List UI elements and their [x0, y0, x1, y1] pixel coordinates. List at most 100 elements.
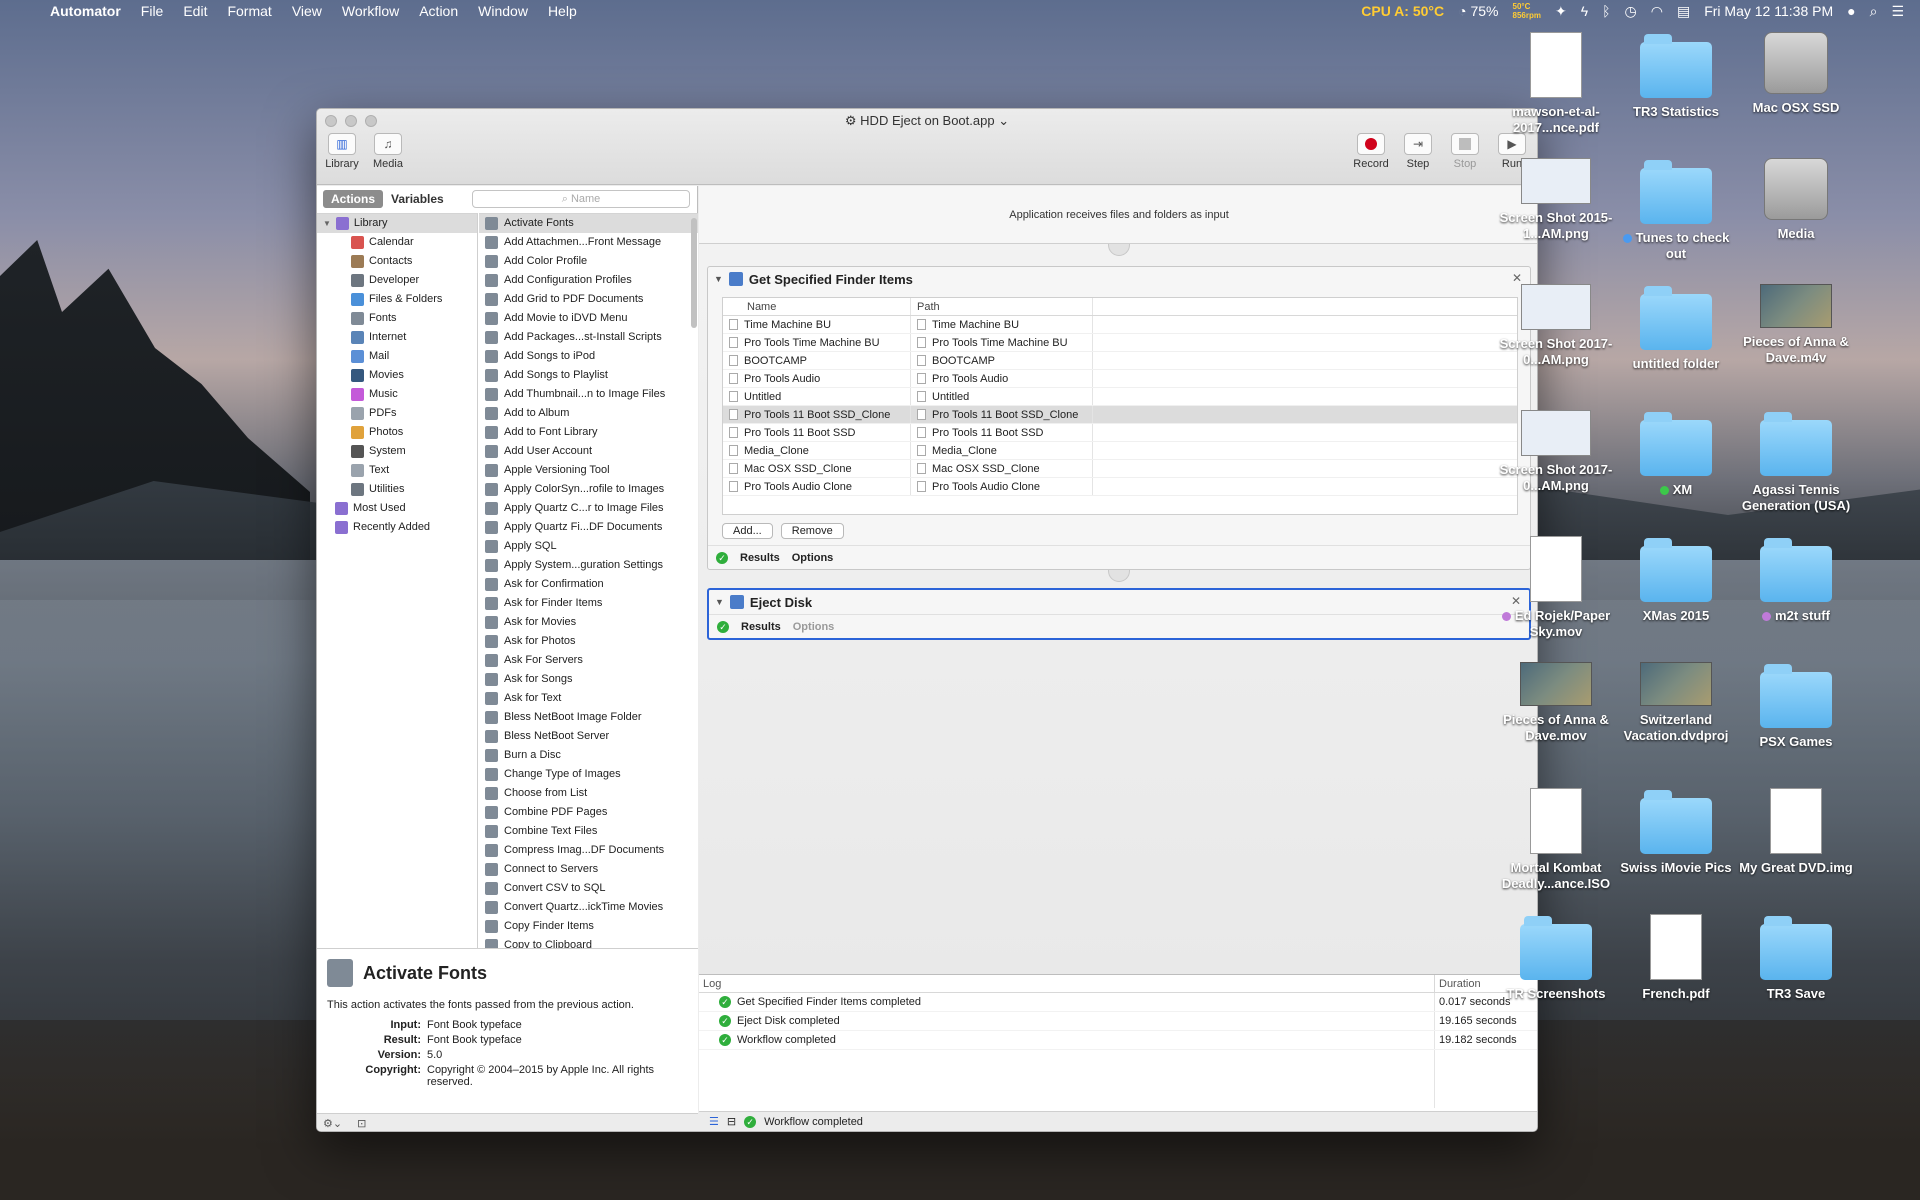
media-button[interactable]: ♫ Media [365, 133, 411, 170]
menu-action[interactable]: Action [419, 3, 458, 19]
desktop-icon-thumb[interactable]: Pieces of Anna & Dave.mov [1497, 662, 1615, 744]
clock[interactable]: Fri May 12 11:38 PM [1704, 3, 1833, 19]
desktop-icon-doc[interactable]: Ed Rojek/Paper Sky.mov [1497, 536, 1615, 640]
duration-column-header[interactable]: Duration [1435, 975, 1481, 992]
action-search-input[interactable]: ⌕ Name [472, 190, 690, 208]
library-item[interactable]: Utilities [317, 480, 477, 499]
table-row[interactable]: Time Machine BU Time Machine BU [723, 316, 1517, 334]
desktop-icon-folder[interactable]: Tunes to check out [1617, 158, 1735, 262]
action-item[interactable]: Choose from List [479, 784, 698, 803]
library-item[interactable]: Most Used [317, 499, 477, 518]
action-item[interactable]: Add Thumbnail...n to Image Files [479, 385, 698, 404]
record-button[interactable]: Record [1348, 133, 1394, 170]
action-item[interactable]: Combine Text Files [479, 822, 698, 841]
library-item[interactable]: Photos [317, 423, 477, 442]
wifi-icon[interactable]: ◠ [1651, 3, 1663, 20]
table-row[interactable]: Pro Tools Audio Clone Pro Tools Audio Clo… [723, 478, 1517, 496]
workflow-canvas[interactable]: Application receives files and folders a… [699, 186, 1537, 974]
desktop-icon-disk[interactable]: Media [1737, 158, 1855, 242]
desktop-icon-doc[interactable]: My Great DVD.img [1737, 788, 1855, 876]
desktop-icon-folder[interactable]: Agassi Tennis Generation (USA) [1737, 410, 1855, 514]
library-item[interactable]: Text [317, 461, 477, 480]
action-item[interactable]: Connect to Servers [479, 860, 698, 879]
action-item[interactable]: Ask for Confirmation [479, 575, 698, 594]
desktop-icon-folder[interactable]: m2t stuff [1737, 536, 1855, 624]
action-item[interactable]: Add Songs to Playlist [479, 366, 698, 385]
action-item[interactable]: Add Movie to iDVD Menu [479, 309, 698, 328]
close-icon[interactable]: ✕ [1512, 271, 1522, 285]
spotlight-icon[interactable]: ⌕ [1870, 3, 1878, 20]
results-tab[interactable]: Results [741, 621, 781, 633]
table-row[interactable]: Untitled Untitled [723, 388, 1517, 406]
bolt-icon[interactable]: ϟ [1581, 3, 1588, 19]
step-button[interactable]: ⇥ Step [1395, 133, 1441, 170]
table-row[interactable]: Media_Clone Media_Clone [723, 442, 1517, 460]
tab-actions[interactable]: Actions [323, 190, 384, 208]
desktop-icon-doc[interactable]: Mortal Kombat Deadly...ance.ISO [1497, 788, 1615, 892]
table-row[interactable]: Pro Tools Audio Pro Tools Audio [723, 370, 1517, 388]
desktop-icon-shot[interactable]: Screen Shot 2017-0...AM.png [1497, 284, 1615, 368]
desktop-icon-folder[interactable]: PSX Games [1737, 662, 1855, 750]
actions-scrollbar[interactable] [691, 218, 697, 328]
user-icon[interactable]: ● [1847, 3, 1855, 19]
list-view-icon[interactable]: ☰ [709, 1115, 719, 1128]
action-item[interactable]: Add Attachmen...Front Message [479, 233, 698, 252]
menu-window[interactable]: Window [478, 3, 528, 19]
desktop-icon-shot[interactable]: Screen Shot 2015-1...AM.png [1497, 158, 1615, 242]
action-item[interactable]: Bless NetBoot Server [479, 727, 698, 746]
library-item[interactable]: ▼ Library [317, 214, 477, 233]
col-path-header[interactable]: Path [911, 298, 1093, 315]
collapse-description-icon[interactable]: ⊡ [357, 1118, 366, 1130]
menu-format[interactable]: Format [227, 3, 271, 19]
action-item[interactable]: Apple Versioning Tool [479, 461, 698, 480]
action-item[interactable]: Add Color Profile [479, 252, 698, 271]
options-tab[interactable]: Options [793, 621, 835, 633]
desktop-icon-disk[interactable]: Mac OSX SSD [1737, 32, 1855, 116]
library-item[interactable]: Fonts [317, 309, 477, 328]
action-item[interactable]: Apply Quartz Fi...DF Documents [479, 518, 698, 537]
action-item[interactable]: Ask For Servers [479, 651, 698, 670]
desktop-icon-doc[interactable]: mawson-et-al-2017...nce.pdf [1497, 32, 1615, 136]
action-item[interactable]: Burn a Disc [479, 746, 698, 765]
dropbox-icon[interactable]: ✦ [1555, 3, 1567, 20]
desktop-icon-folder[interactable]: Swiss iMovie Pics [1617, 788, 1735, 876]
library-item[interactable]: Developer [317, 271, 477, 290]
menu-workflow[interactable]: Workflow [342, 3, 399, 19]
fan-status[interactable]: 50°C 856rpm [1513, 2, 1541, 20]
gear-icon[interactable]: ⚙⌄ [323, 1118, 342, 1130]
cpu-temp-status[interactable]: CPU A: 50°C [1361, 3, 1444, 19]
action-item[interactable]: Ask for Songs [479, 670, 698, 689]
library-item[interactable]: Files & Folders [317, 290, 477, 309]
disclosure-triangle-icon[interactable]: ▼ [323, 214, 331, 233]
library-item[interactable]: PDFs [317, 404, 477, 423]
log-row[interactable]: ✓ Workflow completed 19.182 seconds [699, 1031, 1537, 1050]
log-row[interactable]: ✓ Eject Disk completed 19.165 seconds [699, 1012, 1537, 1031]
time-machine-icon[interactable]: ◷ [1625, 3, 1637, 20]
action-item[interactable]: Add Configuration Profiles [479, 271, 698, 290]
library-item[interactable]: Recently Added [317, 518, 477, 537]
action-get-specified-finder-items[interactable]: ▼ Get Specified Finder Items ✕ Name Path… [707, 266, 1531, 570]
remove-button[interactable]: Remove [780, 523, 844, 539]
library-item[interactable]: System [317, 442, 477, 461]
table-row[interactable]: Mac OSX SSD_Clone Mac OSX SSD_Clone [723, 460, 1517, 478]
desktop-icon-folder[interactable]: XM [1617, 410, 1735, 498]
action-item[interactable]: Add to Font Library [479, 423, 698, 442]
library-item[interactable]: Contacts [317, 252, 477, 271]
action-item[interactable]: Ask for Movies [479, 613, 698, 632]
action-item[interactable]: Add Packages...st-Install Scripts [479, 328, 698, 347]
action-item[interactable]: Add Grid to PDF Documents [479, 290, 698, 309]
action-item[interactable]: Add Songs to iPod [479, 347, 698, 366]
desktop-icon-folder[interactable]: TR3 Statistics [1617, 32, 1735, 120]
menu-file[interactable]: File [141, 3, 164, 19]
menu-help[interactable]: Help [548, 3, 577, 19]
options-tab[interactable]: Options [792, 552, 834, 564]
add-button[interactable]: Add... [722, 523, 773, 539]
desktop-icon-shot[interactable]: Screen Shot 2017-0...AM.png [1497, 410, 1615, 494]
disclosure-triangle-icon[interactable]: ▼ [715, 597, 724, 607]
input-source-icon[interactable]: ▤ [1677, 3, 1690, 20]
action-item[interactable]: Convert Quartz...ickTime Movies [479, 898, 698, 917]
desktop-icon-folder[interactable]: TR Screenshots [1497, 914, 1615, 1002]
action-item[interactable]: Ask for Photos [479, 632, 698, 651]
stop-button[interactable]: Stop [1442, 133, 1488, 170]
library-item[interactable]: Calendar [317, 233, 477, 252]
